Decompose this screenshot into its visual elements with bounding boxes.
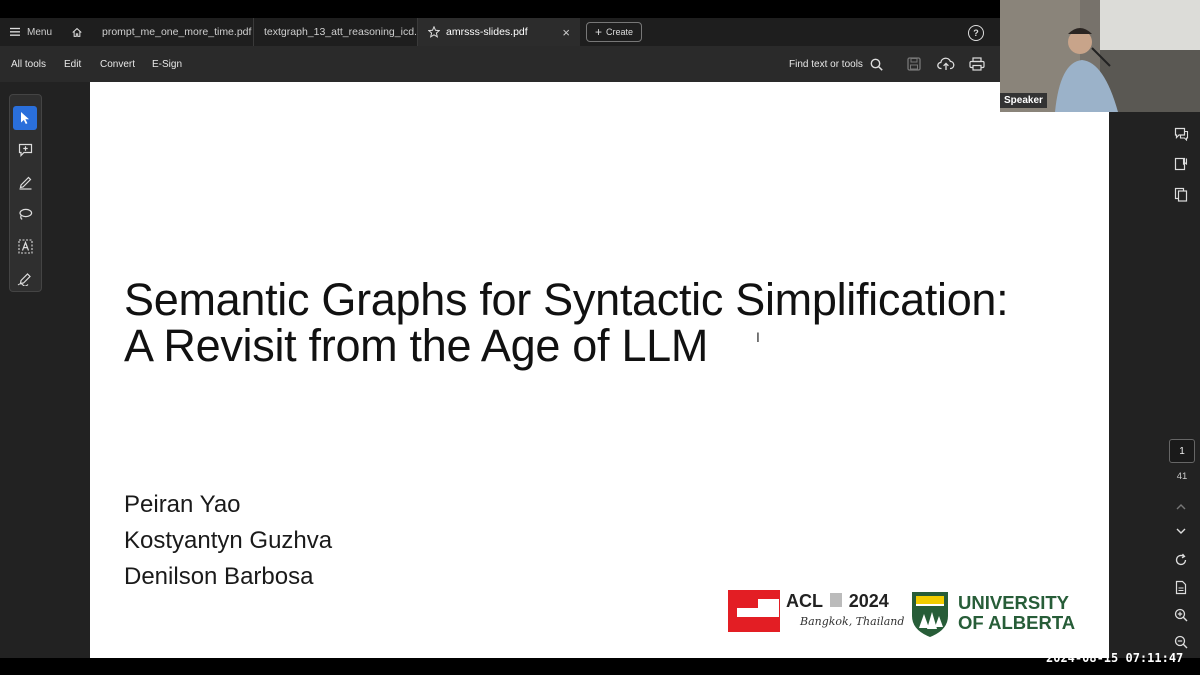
zoom-out-button[interactable] [1171, 632, 1191, 652]
menu-button[interactable]: Menu [0, 18, 62, 46]
crest-icon [912, 592, 948, 637]
tab-bar: Menu prompt_me_one_more_time.pdf textgra… [0, 18, 1000, 46]
home-icon [72, 27, 82, 37]
page-fit-button[interactable] [1171, 577, 1191, 597]
comment-plus-icon [18, 143, 32, 157]
ua-line-2: OF ALBERTA [958, 612, 1076, 633]
create-label: Create [606, 27, 634, 37]
signature-pen-icon [17, 272, 31, 286]
author-name: Kostyantyn Guzhva [124, 527, 333, 554]
text-tool[interactable] [13, 234, 37, 258]
convert-menu[interactable]: Convert [100, 46, 135, 82]
slide-title-line-1: Semantic Graphs for Syntactic Simplifica… [124, 274, 1009, 325]
home-button[interactable] [62, 18, 92, 46]
pages-panel-button[interactable] [1171, 184, 1191, 204]
tab-prompt-me[interactable]: prompt_me_one_more_time.pdf [92, 18, 254, 46]
zoom-in-icon [1174, 608, 1188, 622]
tab-label: prompt_me_one_more_time.pdf [102, 26, 252, 38]
quick-tools-panel [9, 94, 42, 292]
pen-icon [19, 176, 31, 190]
zoom-in-button[interactable] [1171, 605, 1191, 625]
ua-line-1: UNIVERSITY [958, 592, 1070, 613]
slide-title-line-2: A Revisit from the Age of LLM [124, 320, 709, 371]
tab-label: amrsss-slides.pdf [446, 26, 528, 38]
zoom-out-icon [1174, 635, 1188, 649]
find-label: Find text or tools [789, 58, 863, 70]
highlight-tool[interactable] [13, 170, 37, 194]
help-icon[interactable]: ? [968, 25, 984, 41]
save-icon[interactable] [907, 57, 921, 76]
tab-amrsss-slides[interactable]: amrsss-slides.pdf × [418, 18, 580, 46]
author-name: Peiran Yao [124, 491, 241, 518]
university-of-alberta-logo: UNIVERSITY OF ALBERTA [910, 590, 1075, 643]
document-icon [1175, 580, 1187, 594]
tab-label: textgraph_13_att_reasoning_icd... [264, 26, 423, 38]
acl-location: Bangkok, Thailand [800, 615, 905, 628]
text-cursor-icon: I [756, 329, 760, 345]
previous-page-button[interactable] [1171, 496, 1191, 516]
text-box-icon [17, 238, 33, 254]
all-tools-menu[interactable]: All tools [11, 46, 46, 82]
pages-icon [1174, 187, 1188, 202]
select-tool[interactable] [13, 106, 37, 130]
create-button[interactable]: + Create [586, 22, 643, 42]
next-page-button[interactable] [1171, 521, 1191, 541]
recording-timestamp: 2024-08-15 07:11:47 [1046, 651, 1184, 665]
tab-textgraph[interactable]: textgraph_13_att_reasoning_icd... [254, 18, 423, 46]
speaker-label: Speaker [1000, 93, 1047, 108]
close-icon[interactable]: × [562, 25, 570, 40]
author-name: Denilson Barbosa [124, 563, 314, 590]
edit-menu[interactable]: Edit [64, 46, 81, 82]
bookmark-icon [1174, 157, 1188, 171]
find-tools-button[interactable]: Find text or tools [789, 46, 883, 82]
bottom-band [0, 658, 1200, 675]
temple-icon [829, 593, 842, 607]
menu-label: Menu [26, 26, 52, 38]
slide-title: Semantic Graphs for Syntactic Simplifica… [124, 274, 1009, 371]
rotate-icon [1175, 553, 1187, 566]
cloud-upload-icon[interactable] [937, 56, 955, 76]
acl-year: 2024 [848, 591, 889, 611]
comments-icon [1174, 127, 1188, 141]
chevron-down-icon [1176, 528, 1186, 534]
star-icon[interactable] [428, 26, 440, 38]
hamburger-icon [10, 27, 20, 36]
current-page-input[interactable]: 1 [1169, 439, 1195, 463]
add-comment-tool[interactable] [13, 138, 37, 162]
sign-tool[interactable] [13, 266, 37, 290]
print-icon[interactable] [969, 57, 985, 76]
chevron-up-icon [1176, 503, 1186, 509]
bookmarks-panel-button[interactable] [1171, 154, 1191, 174]
draw-tool[interactable] [13, 202, 37, 226]
acl-2024-logo: ACL 2024 Bangkok, Thailand [728, 588, 904, 639]
rotate-button[interactable] [1171, 550, 1191, 570]
esign-menu[interactable]: E-Sign [152, 46, 182, 82]
lasso-icon [18, 208, 32, 220]
toolbar: All tools Edit Convert E-Sign Find text … [0, 46, 1000, 82]
plus-icon: + [595, 25, 603, 39]
search-icon [870, 58, 883, 71]
acl-text: ACL [786, 591, 823, 611]
total-pages: 41 [1176, 471, 1188, 482]
cursor-arrow-icon [21, 112, 29, 124]
comments-panel-button[interactable] [1171, 124, 1191, 144]
